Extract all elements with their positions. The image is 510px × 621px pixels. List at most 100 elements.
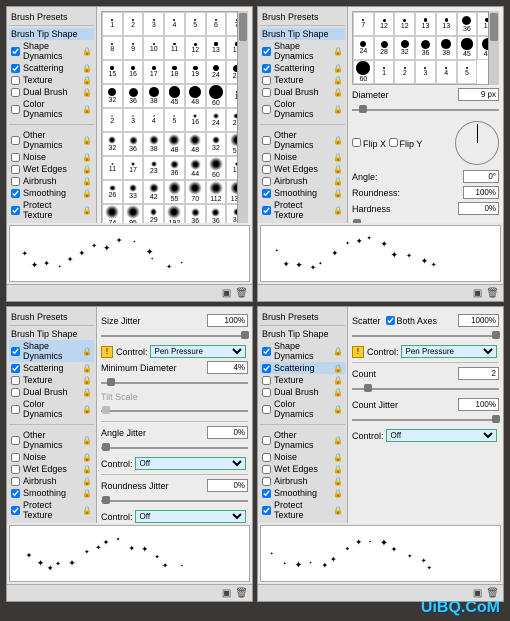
preset-cell[interactable]: 12 — [394, 12, 415, 36]
preset-cell[interactable]: 11 — [164, 36, 185, 60]
lock-icon[interactable]: 🔒 — [82, 489, 92, 498]
option-checkbox[interactable] — [262, 206, 271, 215]
preset-cell[interactable]: 32 — [102, 132, 123, 156]
angle-compass[interactable] — [455, 121, 499, 165]
preset-cell[interactable]: 44 — [185, 156, 206, 180]
option-checkbox[interactable] — [262, 453, 271, 462]
sidebar-header[interactable]: Brush Presets — [9, 9, 94, 26]
sidebar-item-color-dynamics[interactable]: Color Dynamics🔒 — [260, 398, 345, 420]
preset-cell[interactable]: 55 — [164, 180, 185, 204]
lock-icon[interactable]: 🔒 — [333, 105, 343, 114]
option-checkbox[interactable] — [11, 177, 20, 186]
sidebar-item-color-dynamics[interactable]: Color Dynamics🔒 — [9, 98, 94, 120]
lock-icon[interactable]: 🔒 — [82, 506, 92, 515]
preset-cell[interactable]: 28 — [374, 36, 395, 60]
preset-cell[interactable]: 1 — [374, 60, 395, 84]
preset-cell[interactable]: 112 — [206, 180, 227, 204]
option-checkbox[interactable] — [11, 453, 20, 462]
sidebar-item-protect-texture[interactable]: Protect Texture🔒 — [260, 199, 345, 221]
lock-icon[interactable]: 🔒 — [82, 477, 92, 486]
preset-cell[interactable]: 13 — [206, 36, 227, 60]
preset-cell[interactable]: 36 — [123, 132, 144, 156]
option-checkbox[interactable] — [11, 506, 20, 515]
sidebar-header[interactable]: Brush Presets — [260, 309, 345, 326]
option-checkbox[interactable] — [11, 189, 20, 198]
preset-cell[interactable]: 38 — [436, 36, 457, 60]
sidebar-item-other-dynamics[interactable]: Other Dynamics🔒 — [260, 429, 345, 451]
sidebar-item-dual-brush[interactable]: Dual Brush🔒 — [9, 386, 94, 398]
preset-cell[interactable]: 36 — [123, 84, 144, 108]
preset-cell[interactable]: 12 — [374, 12, 395, 36]
option-checkbox[interactable] — [11, 136, 20, 145]
scatter-input[interactable] — [458, 314, 499, 327]
hardness-input[interactable] — [458, 202, 499, 215]
hardness-slider[interactable] — [352, 218, 499, 223]
sidebar-item-noise[interactable]: Noise🔒 — [9, 151, 94, 163]
lock-icon[interactable]: 🔒 — [333, 76, 343, 85]
sidebar-item-shape-dynamics[interactable]: Shape Dynamics🔒 — [9, 40, 94, 62]
lock-icon[interactable]: 🔒 — [333, 165, 343, 174]
sidebar-item-other-dynamics[interactable]: Other Dynamics🔒 — [260, 129, 345, 151]
sidebar-item-noise[interactable]: Noise🔒 — [260, 451, 345, 463]
sidebar-item-scattering[interactable]: Scattering🔒 — [9, 362, 94, 374]
option-checkbox[interactable] — [262, 177, 271, 186]
preset-cell[interactable]: 36 — [457, 12, 478, 36]
preset-cell[interactable]: 33 — [123, 180, 144, 204]
sidebar-item-smoothing[interactable]: Smoothing🔒 — [260, 487, 345, 499]
lock-icon[interactable]: 🔒 — [82, 453, 92, 462]
count-input[interactable] — [458, 367, 499, 380]
sidebar-item-airbrush[interactable]: Airbrush🔒 — [9, 175, 94, 187]
roundness-control-select[interactable]: Off — [135, 510, 246, 523]
angle-jitter-input[interactable] — [207, 426, 248, 439]
sidebar-item-dual-brush[interactable]: Dual Brush🔒 — [260, 386, 345, 398]
preset-cell[interactable]: 24 — [353, 36, 374, 60]
lock-icon[interactable]: 🔒 — [333, 465, 343, 474]
option-checkbox[interactable] — [11, 64, 20, 73]
lock-icon[interactable]: 🔒 — [82, 47, 92, 56]
option-checkbox[interactable] — [262, 347, 271, 356]
sidebar-item-scattering[interactable]: Scattering🔒 — [260, 62, 345, 74]
option-checkbox[interactable] — [11, 153, 20, 162]
sidebar-item-texture[interactable]: Texture🔒 — [260, 374, 345, 386]
sidebar-item-smoothing[interactable]: Smoothing🔒 — [9, 487, 94, 499]
count-jitter-input[interactable] — [458, 398, 499, 411]
preset-cell[interactable]: 16 — [123, 60, 144, 84]
preset-cell[interactable]: 5 — [164, 108, 185, 132]
preset-cell[interactable]: 16 — [185, 108, 206, 132]
angle-input[interactable] — [463, 170, 499, 183]
preset-cell[interactable]: 2 — [102, 108, 123, 132]
preset-cell[interactable]: 60 — [206, 84, 227, 108]
lock-icon[interactable]: 🔒 — [333, 177, 343, 186]
option-checkbox[interactable] — [11, 105, 20, 114]
lock-icon[interactable]: 🔒 — [82, 465, 92, 474]
preset-cell[interactable]: 5 — [185, 12, 206, 36]
sidebar-item-color-dynamics[interactable]: Color Dynamics🔒 — [260, 98, 345, 120]
size-control-select[interactable]: Pen Pressure — [150, 345, 246, 358]
preset-cell[interactable]: 48 — [164, 132, 185, 156]
delete-icon[interactable]: 🗑 — [235, 588, 248, 599]
preset-cell[interactable]: 15 — [102, 60, 123, 84]
lock-icon[interactable]: 🔒 — [82, 136, 92, 145]
option-checkbox[interactable] — [11, 436, 20, 445]
option-checkbox[interactable] — [11, 364, 20, 373]
scrollbar[interactable] — [488, 11, 499, 85]
preset-cell[interactable]: 74 — [102, 204, 123, 223]
sidebar-item-texture[interactable]: Texture🔒 — [9, 374, 94, 386]
flipy-checkbox[interactable] — [389, 138, 398, 147]
lock-icon[interactable]: 🔒 — [82, 388, 92, 397]
option-checkbox[interactable] — [11, 388, 20, 397]
brush-tip-shape[interactable]: Brush Tip Shape — [260, 28, 345, 40]
option-checkbox[interactable] — [262, 489, 271, 498]
cj-control-select[interactable]: Off — [386, 429, 497, 442]
preset-cell[interactable]: 4 — [164, 12, 185, 36]
sidebar-item-other-dynamics[interactable]: Other Dynamics🔒 — [9, 129, 94, 151]
option-checkbox[interactable] — [11, 477, 20, 486]
lock-icon[interactable]: 🔒 — [82, 88, 92, 97]
sidebar-item-smoothing[interactable]: Smoothing🔒 — [260, 187, 345, 199]
preset-cell[interactable]: 2 — [123, 12, 144, 36]
option-checkbox[interactable] — [11, 76, 20, 85]
lock-icon[interactable]: 🔒 — [82, 364, 92, 373]
size-jitter-input[interactable] — [207, 314, 248, 327]
preset-cell[interactable]: 32 — [206, 132, 227, 156]
angle-jitter-slider[interactable] — [101, 442, 248, 454]
